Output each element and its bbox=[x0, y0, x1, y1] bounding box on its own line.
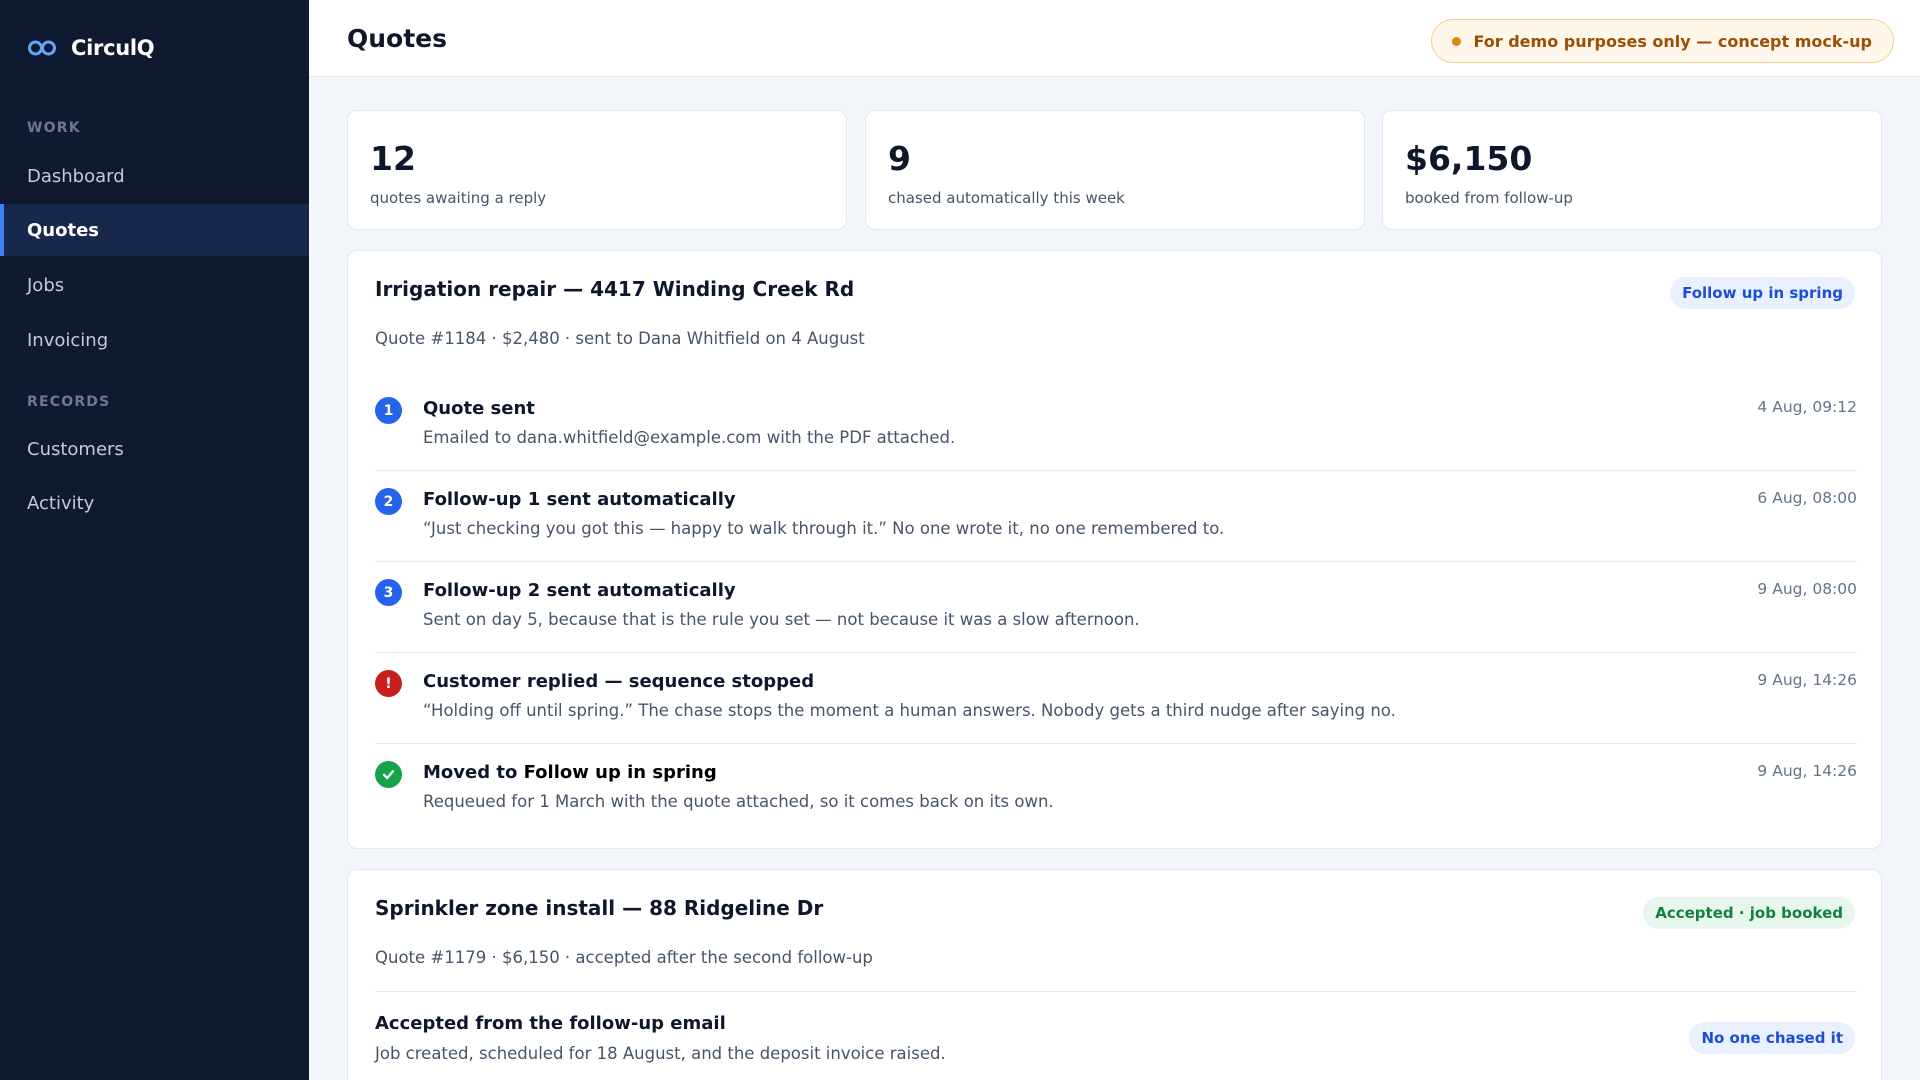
step-title-prefix: Moved to bbox=[423, 762, 524, 783]
check-icon bbox=[375, 761, 402, 788]
step-number-badge: 3 bbox=[375, 579, 402, 606]
stat-card-awaiting: 12 quotes awaiting a reply bbox=[347, 110, 847, 230]
sidebar-item-customers[interactable]: Customers bbox=[0, 423, 309, 475]
stat-label: chased automatically this week bbox=[888, 189, 1125, 207]
dot-icon bbox=[1452, 36, 1462, 46]
sidebar-item-dashboard[interactable]: Dashboard bbox=[0, 150, 309, 202]
step-description: Sent on day 5, because that is the rule … bbox=[423, 610, 1140, 629]
timeline-step: Moved to Follow up in spring Requeued fo… bbox=[375, 744, 1857, 835]
sidebar: CirculQ WORK Dashboard Quotes Jobs Invoi… bbox=[0, 0, 309, 1080]
demo-notice-text: For demo purposes only — concept mock-up bbox=[1473, 31, 1872, 51]
step-title: Customer replied — sequence stopped bbox=[423, 671, 815, 692]
divider bbox=[375, 991, 1857, 992]
step-title: Follow-up 1 sent automatically bbox=[423, 489, 736, 510]
stat-value: 9 bbox=[888, 139, 911, 178]
alert-icon: ! bbox=[375, 670, 402, 697]
sub-event-badge: No one chased it bbox=[1689, 1022, 1855, 1054]
quote-card-irrigation[interactable]: Irrigation repair — 4417 Winding Creek R… bbox=[347, 250, 1882, 849]
sidebar-item-invoicing[interactable]: Invoicing bbox=[0, 314, 309, 366]
step-title: Moved to Follow up in spring bbox=[423, 762, 717, 783]
sub-event-title: Accepted from the follow-up email bbox=[375, 1013, 726, 1034]
top-header: Quotes For demo purposes only — concept … bbox=[309, 0, 1920, 77]
step-description: Emailed to dana.whitfield@example.com wi… bbox=[423, 428, 956, 447]
step-description: “Just checking you got this — happy to w… bbox=[423, 519, 1225, 538]
step-title: Quote sent bbox=[423, 398, 535, 419]
quote-meta: Quote #1179 · $6,150 · accepted after th… bbox=[375, 948, 873, 967]
step-timestamp: 9 Aug, 14:26 bbox=[1757, 671, 1857, 689]
step-timestamp: 6 Aug, 08:00 bbox=[1757, 489, 1857, 507]
brand-name: CirculQ bbox=[71, 36, 155, 60]
sidebar-item-jobs[interactable]: Jobs bbox=[0, 259, 309, 311]
step-timestamp: 9 Aug, 08:00 bbox=[1757, 580, 1857, 598]
nav-section-work: WORK bbox=[27, 120, 81, 136]
step-description: Requeued for 1 March with the quote atta… bbox=[423, 792, 1054, 811]
stat-label: quotes awaiting a reply bbox=[370, 189, 547, 207]
nav-section-records: RECORDS bbox=[27, 394, 111, 410]
quote-meta: Quote #1184 · $2,480 · sent to Dana Whit… bbox=[375, 329, 865, 348]
page-title: Quotes bbox=[347, 24, 448, 53]
stat-card-booked: $6,150 booked from follow-up bbox=[1382, 110, 1882, 230]
stat-label: booked from follow-up bbox=[1405, 189, 1573, 207]
status-badge: Accepted · job booked bbox=[1643, 897, 1855, 929]
brand[interactable]: CirculQ bbox=[27, 34, 155, 62]
step-title-strong: Follow up in spring bbox=[523, 762, 717, 783]
stat-card-chased: 9 chased automatically this week bbox=[865, 110, 1365, 230]
step-title: Follow-up 2 sent automatically bbox=[423, 580, 736, 601]
check-icon-glyph bbox=[382, 770, 395, 780]
quote-card-sprinkler[interactable]: Sprinkler zone install — 88 Ridgeline Dr… bbox=[347, 869, 1882, 1080]
sidebar-item-activity[interactable]: Activity bbox=[0, 477, 309, 529]
step-description: “Holding off until spring.” The chase st… bbox=[423, 701, 1396, 720]
step-number-badge: 1 bbox=[375, 397, 402, 424]
step-timestamp: 4 Aug, 09:12 bbox=[1757, 398, 1857, 416]
quote-title: Irrigation repair — 4417 Winding Creek R… bbox=[375, 277, 855, 301]
timeline-step: ! Customer replied — sequence stopped “H… bbox=[375, 653, 1857, 744]
sub-event-description: Job created, scheduled for 18 August, an… bbox=[375, 1044, 946, 1063]
stat-value: 12 bbox=[370, 139, 416, 178]
step-timestamp: 9 Aug, 14:26 bbox=[1757, 762, 1857, 780]
quote-title: Sprinkler zone install — 88 Ridgeline Dr bbox=[375, 896, 824, 920]
status-badge: Follow up in spring bbox=[1670, 277, 1855, 309]
timeline-step: 2 Follow-up 1 sent automatically “Just c… bbox=[375, 471, 1857, 562]
sidebar-item-quotes[interactable]: Quotes bbox=[0, 204, 309, 256]
step-number-badge: 2 bbox=[375, 488, 402, 515]
timeline-step: 3 Follow-up 2 sent automatically Sent on… bbox=[375, 562, 1857, 653]
infinity-loop-icon bbox=[28, 40, 56, 56]
demo-notice-badge: For demo purposes only — concept mock-up bbox=[1431, 19, 1894, 63]
quote-timeline: 1 Quote sent Emailed to dana.whitfield@e… bbox=[375, 380, 1857, 835]
stat-value: $6,150 bbox=[1405, 139, 1533, 178]
timeline-step: 1 Quote sent Emailed to dana.whitfield@e… bbox=[375, 380, 1857, 471]
